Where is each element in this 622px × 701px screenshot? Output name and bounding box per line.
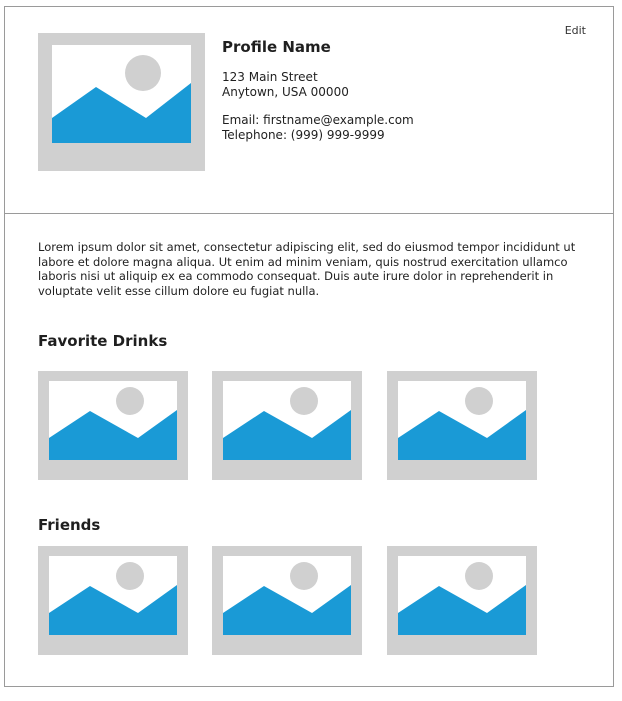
email-text: Email: firstname@example.com: [222, 113, 414, 127]
telephone-text: Telephone: (999) 999-9999: [222, 128, 385, 142]
edit-link[interactable]: Edit: [565, 24, 586, 37]
image-placeholder-icon: [398, 556, 526, 635]
friend-thumbnail[interactable]: [212, 546, 362, 655]
drink-thumbnail[interactable]: [38, 371, 188, 480]
profile-image: [38, 33, 205, 171]
image-placeholder-icon: [223, 556, 351, 635]
friend-thumbnail[interactable]: [38, 546, 188, 655]
profile-name: Profile Name: [222, 38, 331, 56]
drink-thumbnail[interactable]: [212, 371, 362, 480]
profile-header: Edit Profile Name 123 Main Street Anytow…: [5, 7, 613, 214]
friends-heading: Friends: [38, 516, 101, 534]
friend-thumbnail[interactable]: [387, 546, 537, 655]
image-placeholder-icon: [398, 381, 526, 460]
image-placeholder-icon: [52, 45, 191, 143]
address-line-1: 123 Main Street: [222, 70, 318, 84]
bio-text: Lorem ipsum dolor sit amet, consectetur …: [38, 240, 576, 298]
profile-card: Edit Profile Name 123 Main Street Anytow…: [4, 6, 614, 687]
drink-thumbnail[interactable]: [387, 371, 537, 480]
favorite-drinks-heading: Favorite Drinks: [38, 332, 168, 350]
profile-info: Profile Name 123 Main Street Anytown, US…: [222, 38, 542, 143]
image-placeholder-icon: [223, 381, 351, 460]
image-placeholder-icon: [49, 556, 177, 635]
image-placeholder-icon: [49, 381, 177, 460]
address-line-2: Anytown, USA 00000: [222, 85, 349, 99]
